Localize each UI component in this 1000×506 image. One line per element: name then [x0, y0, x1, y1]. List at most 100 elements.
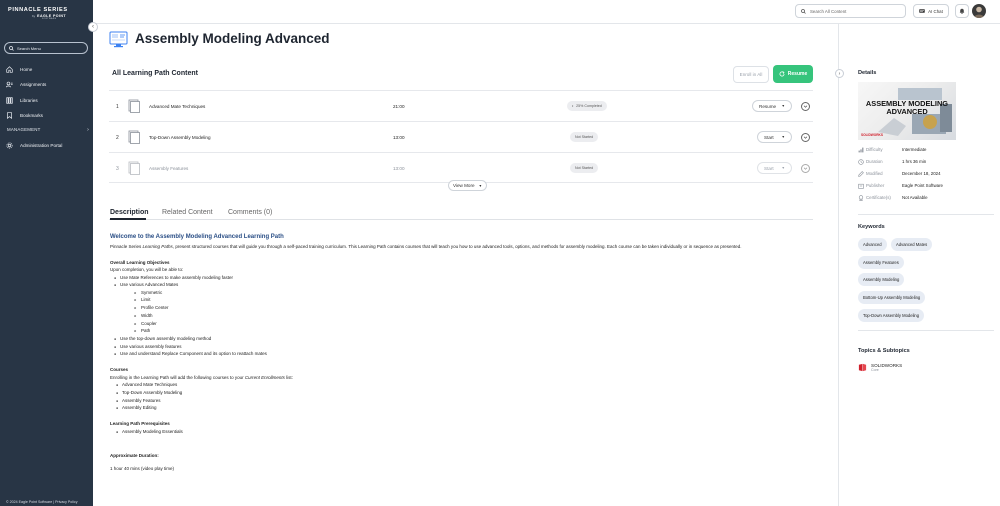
sidebar-item-home[interactable]: Home — [6, 64, 90, 75]
course-status-label: 25% Completed — [576, 104, 602, 108]
expand-course-button[interactable] — [801, 164, 810, 173]
chevron-right-icon: › — [838, 70, 841, 77]
sidebar-item-label: Libraries — [20, 98, 38, 103]
global-search-placeholder: Search All Content — [810, 8, 847, 14]
course-row[interactable]: 1 Advanced Mate Techniques 21:00 ◐ 25% Co… — [109, 90, 813, 121]
top-header: Search All Content AI Chat — [93, 0, 1000, 24]
details-heading: Details — [858, 70, 877, 76]
thumbnail-brand: SOLIDWORKS — [861, 133, 883, 137]
meta-label: Difficulty — [866, 147, 883, 152]
objective-item: Use various Advanced Mates — [114, 282, 178, 287]
details-panel: › Details ASSEMBLY MODELING ADVANCED SOL… — [835, 24, 1000, 506]
prereq-heading: Learning Path Prerequisites — [110, 421, 170, 426]
sidebar-item-bookmarks[interactable]: Bookmarks — [6, 110, 90, 121]
expand-course-button[interactable] — [801, 102, 810, 111]
sidebar-collapse-button[interactable]: ‹ — [88, 22, 98, 32]
meta-value: Not Available — [902, 195, 928, 200]
course-resume-button[interactable]: Resume ▼ — [752, 100, 792, 112]
search-menu-input[interactable]: Search Menu — [4, 42, 88, 54]
chevron-left-icon: ‹ — [92, 24, 94, 30]
course-name[interactable]: Assembly Features — [149, 166, 188, 171]
sidebar-item-label: Assignments — [20, 82, 47, 87]
ai-chat-button[interactable]: AI Chat — [913, 4, 949, 18]
notifications-button[interactable] — [955, 4, 969, 18]
chevron-right-icon: › — [87, 127, 89, 133]
intro-prefix: Pinnacle Series — [110, 244, 143, 249]
duration-value: 1 hour 40 mins (video play time) — [110, 466, 175, 471]
prereq-heading-text: Learning Path Prerequisites — [110, 421, 170, 426]
course-name[interactable]: Top-Down Assembly Modeling — [149, 135, 211, 140]
topic-subtopic: Core — [871, 368, 879, 372]
sidebar-item-libraries[interactable]: Libraries — [6, 95, 90, 106]
details-collapse-button[interactable]: › — [835, 69, 844, 78]
global-search-input[interactable]: Search All Content — [795, 4, 906, 18]
course-row[interactable]: 3 Assembly Features 13:00 Not Started St… — [109, 152, 813, 183]
sidebar-item-administration-portal[interactable]: Administration Portal — [6, 140, 90, 151]
tab-related-content[interactable]: Related Content — [162, 209, 213, 216]
sidebar-item-assignments[interactable]: Assignments — [6, 79, 90, 90]
sidebar: PINNACLE SERIES by EAGLE POINT SOFTWARE … — [0, 0, 93, 506]
meta-certificates: Certificate(s) Not Available — [858, 192, 998, 203]
learning-path-icon — [109, 31, 129, 49]
course-list-item: Assembly Editing — [116, 405, 156, 410]
gear-icon — [6, 142, 13, 149]
tab-comments[interactable]: Comments (0) — [228, 209, 272, 216]
enroll-all-button[interactable]: Enroll in All — [733, 66, 769, 83]
sidebar-item-label: Bookmarks — [20, 113, 43, 118]
keyword-chip[interactable]: Top-Down Assembly Modeling — [858, 309, 925, 322]
meta-value: Eagle Point Software — [902, 183, 944, 188]
sub-objective-item: Coupler — [134, 321, 157, 326]
course-start-button[interactable]: Start ▼ — [757, 131, 792, 143]
user-avatar[interactable] — [972, 4, 986, 18]
keyword-chip[interactable]: Assembly Modeling — [858, 273, 905, 286]
logo-title: PINNACLE SERIES — [8, 7, 68, 13]
course-thumbnail: ASSEMBLY MODELING ADVANCED SOLIDWORKS — [858, 82, 956, 140]
course-action-label: Start — [764, 165, 774, 171]
meta-difficulty: Difficulty Intermediate — [858, 144, 998, 155]
keywords-heading: Keywords — [858, 224, 885, 230]
meta-modified: Modified December 18, 2024 — [858, 168, 998, 179]
sub-objective-item: Width — [134, 313, 152, 318]
view-more-button[interactable]: View More ▼ — [448, 180, 487, 191]
pinnacle-logo[interactable]: PINNACLE SERIES by EAGLE POINT SOFTWARE — [8, 7, 88, 23]
copyright-text: © 2024 Eagle Point Software | Privacy Po… — [6, 500, 78, 504]
topics-heading: Topics & Subtopics — [858, 348, 910, 354]
assignments-icon — [6, 81, 13, 88]
courses-heading-text: Courses — [110, 367, 129, 372]
logo-by: by — [32, 14, 36, 18]
keyword-chip[interactable]: Advanced Mates — [891, 238, 933, 251]
course-action-label: Start — [764, 134, 774, 140]
course-time: 13:00 — [393, 135, 405, 140]
course-number: 1 — [116, 104, 119, 110]
courses-intro: Enrolling in the Learning Path will add … — [110, 375, 293, 380]
expand-course-button[interactable] — [801, 133, 810, 142]
keyword-chip[interactable]: Advanced — [858, 238, 887, 251]
thumbnail-title: ASSEMBLY MODELING ADVANCED — [858, 100, 956, 116]
courses-intro-prefix: Enrolling in the Learning Path will add … — [110, 375, 245, 380]
topic-item[interactable]: SOLIDWORKS Core — [858, 363, 902, 372]
meta-label: Certificate(s) — [866, 195, 891, 200]
keyword-chip[interactable]: Bottom-Up Assembly Modeling — [858, 291, 926, 304]
meta-value: December 18, 2024 — [902, 171, 941, 176]
course-list-item: Top-Down Assembly Modeling — [116, 390, 182, 395]
course-name[interactable]: Advanced Mate Techniques — [149, 104, 205, 109]
course-time: 21:00 — [393, 104, 405, 109]
sidebar-section-management[interactable]: MANAGEMENT › — [7, 127, 89, 133]
meta-value: 1 hrs 36 min — [902, 159, 927, 164]
pencil-icon — [858, 170, 866, 177]
objectives-intro: Upon completion, you will be able to: — [110, 267, 184, 272]
keyword-chip[interactable]: Assembly Features — [858, 256, 904, 269]
course-row[interactable]: 2 Top-Down Assembly Modeling 13:00 Not S… — [109, 121, 813, 152]
search-icon — [9, 45, 14, 51]
meta-publisher: Publisher Eagle Point Software — [858, 180, 998, 191]
meta-label: Modified — [866, 171, 883, 176]
home-icon — [6, 66, 13, 73]
difficulty-icon — [858, 147, 866, 153]
course-start-button[interactable]: Start ▼ — [757, 162, 792, 174]
course-status-badge: Not Started — [570, 132, 599, 142]
duration-heading-text: Approximate Duration: — [110, 453, 159, 458]
certificate-icon — [858, 194, 866, 201]
refresh-icon — [779, 71, 785, 77]
resume-button[interactable]: Resume — [773, 65, 813, 83]
tab-description[interactable]: Description — [110, 209, 149, 216]
